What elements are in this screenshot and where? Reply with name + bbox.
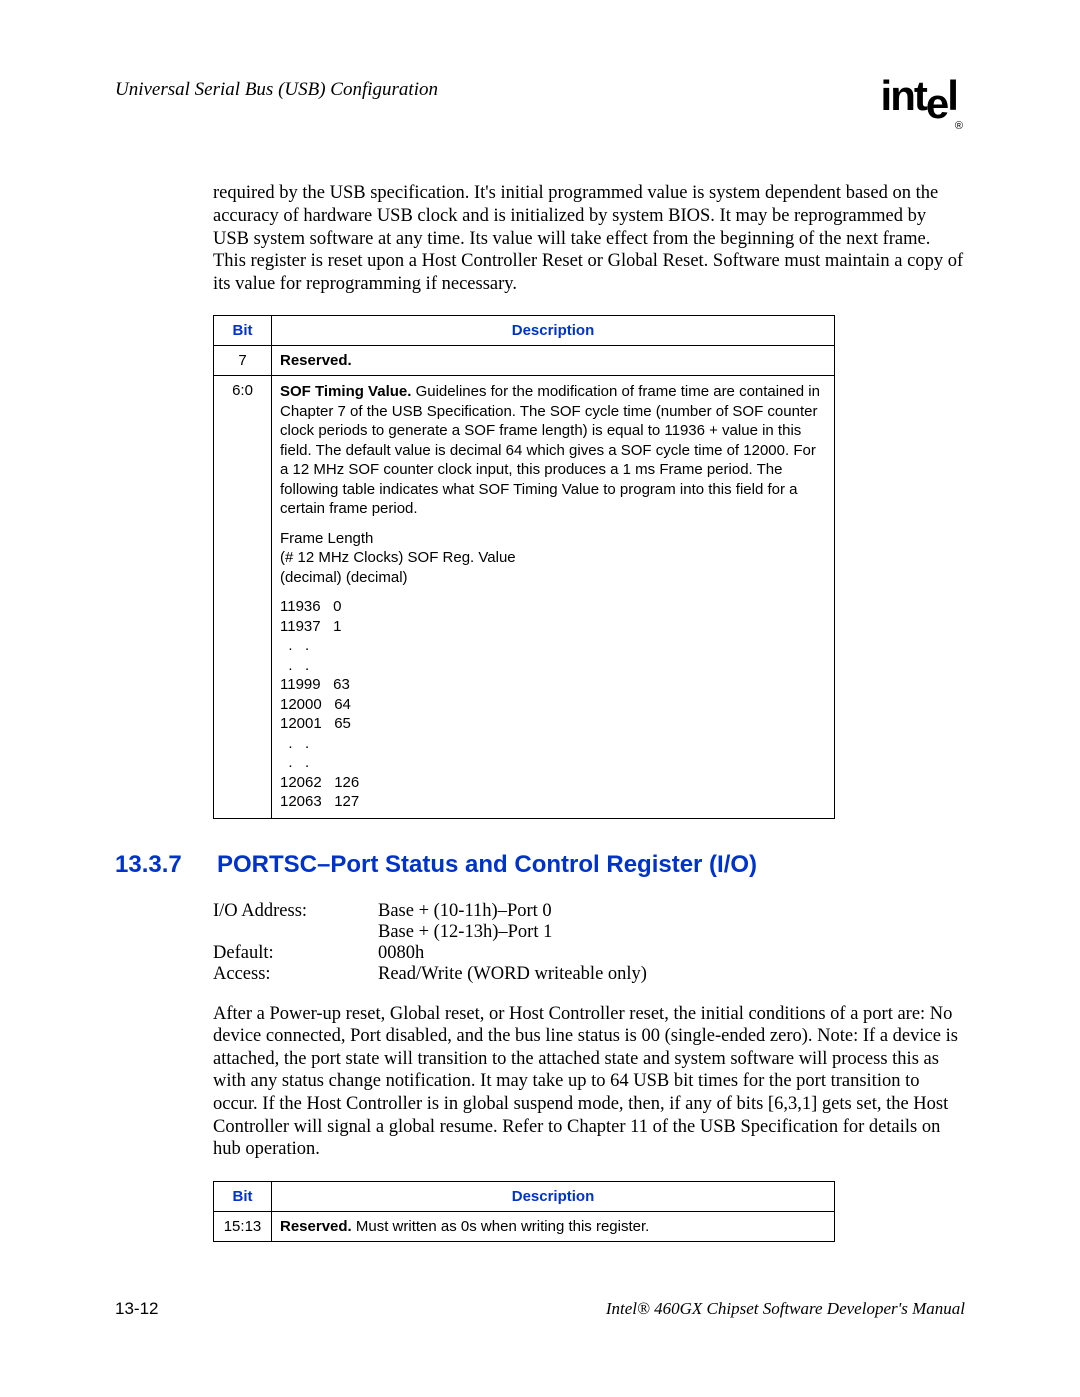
table-row: 7 Reserved.: [214, 346, 835, 376]
info-value: Base + (10-11h)–Port 0: [378, 901, 552, 922]
page-number: 13-12: [115, 1299, 158, 1319]
info-label: Access:: [213, 964, 378, 985]
intro-paragraph: required by the USB specification. It's …: [213, 182, 965, 295]
desc-rest: Guidelines for the modification of frame…: [280, 383, 820, 517]
info-label: Default:: [213, 943, 378, 964]
sof-timing-table: Bit Description 7 Reserved. 6:0 SOF Timi…: [213, 315, 835, 819]
pair-row: 12063 127: [280, 792, 826, 812]
page-header: Universal Serial Bus (USB) Configuration…: [115, 75, 965, 122]
logo-part1: int: [881, 72, 926, 119]
info-row: Access: Read/Write (WORD writeable only): [213, 964, 965, 985]
section-number: 13.3.7: [115, 851, 213, 879]
header-chapter-title: Universal Serial Bus (USB) Configuration: [115, 75, 438, 101]
table-header-row: Bit Description: [214, 316, 835, 346]
bit-cell: 6:0: [214, 376, 272, 819]
section-heading: 13.3.7 PORTSC–Port Status and Control Re…: [115, 851, 965, 879]
value-pairs: 11936 0 11937 1 . . . . 11999 63 12000 6…: [280, 597, 826, 812]
desc-bold: SOF Timing Value.: [280, 383, 411, 400]
bit-cell: 7: [214, 346, 272, 376]
portsc-paragraph: After a Power-up reset, Global reset, or…: [213, 1003, 965, 1161]
table-row: 15:13 Reserved. Must written as 0s when …: [214, 1211, 835, 1241]
logo-part3: l: [947, 72, 957, 119]
pair-row: . .: [280, 656, 826, 676]
subhead1: Frame Length: [280, 529, 826, 549]
subhead2: (# 12 MHz Clocks) SOF Reg. Value: [280, 548, 826, 568]
info-value: Base + (12-13h)–Port 1: [378, 922, 552, 943]
col-header-bit: Bit: [214, 1181, 272, 1211]
bit-cell: 15:13: [214, 1211, 272, 1241]
registered-icon: ®: [955, 120, 963, 132]
subhead3: (decimal) (decimal): [280, 568, 826, 588]
info-row: Base + (12-13h)–Port 1: [213, 922, 965, 943]
col-header-bit: Bit: [214, 316, 272, 346]
register-info: I/O Address: Base + (10-11h)–Port 0 Base…: [213, 901, 965, 985]
desc-bold: Reserved.: [280, 352, 352, 369]
pair-row: . .: [280, 734, 826, 754]
page: Universal Serial Bus (USB) Configuration…: [0, 0, 1080, 1397]
pair-row: . .: [280, 753, 826, 773]
pair-row: 12001 65: [280, 714, 826, 734]
intel-logo: intel®: [881, 75, 965, 122]
pair-row: 12062 126: [280, 773, 826, 793]
info-value: Read/Write (WORD writeable only): [378, 964, 647, 985]
pair-row: . .: [280, 636, 826, 656]
logo-part2: e: [926, 80, 947, 127]
table-header-row: Bit Description: [214, 1181, 835, 1211]
manual-title: Intel® 460GX Chipset Software Developer'…: [606, 1299, 965, 1319]
page-footer: 13-12 Intel® 460GX Chipset Software Deve…: [115, 1299, 965, 1319]
desc-cell: Reserved. Must written as 0s when writin…: [272, 1211, 835, 1241]
col-header-description: Description: [272, 316, 835, 346]
section-title: PORTSC–Port Status and Control Register …: [217, 851, 757, 879]
pair-row: 12000 64: [280, 695, 826, 715]
info-value: 0080h: [378, 943, 424, 964]
info-label: [213, 922, 378, 943]
info-row: Default: 0080h: [213, 943, 965, 964]
pair-row: 11999 63: [280, 675, 826, 695]
desc-bold: Reserved.: [280, 1218, 352, 1235]
col-header-description: Description: [272, 1181, 835, 1211]
portsc-table: Bit Description 15:13 Reserved. Must wri…: [213, 1181, 835, 1242]
info-row: I/O Address: Base + (10-11h)–Port 0: [213, 901, 965, 922]
desc-cell: SOF Timing Value. Guidelines for the mod…: [272, 376, 835, 819]
table-row: 6:0 SOF Timing Value. Guidelines for the…: [214, 376, 835, 819]
pair-row: 11937 1: [280, 617, 826, 637]
pair-row: 11936 0: [280, 597, 826, 617]
info-label: I/O Address:: [213, 901, 378, 922]
desc-rest: Must written as 0s when writing this reg…: [352, 1218, 650, 1235]
desc-cell: Reserved.: [272, 346, 835, 376]
